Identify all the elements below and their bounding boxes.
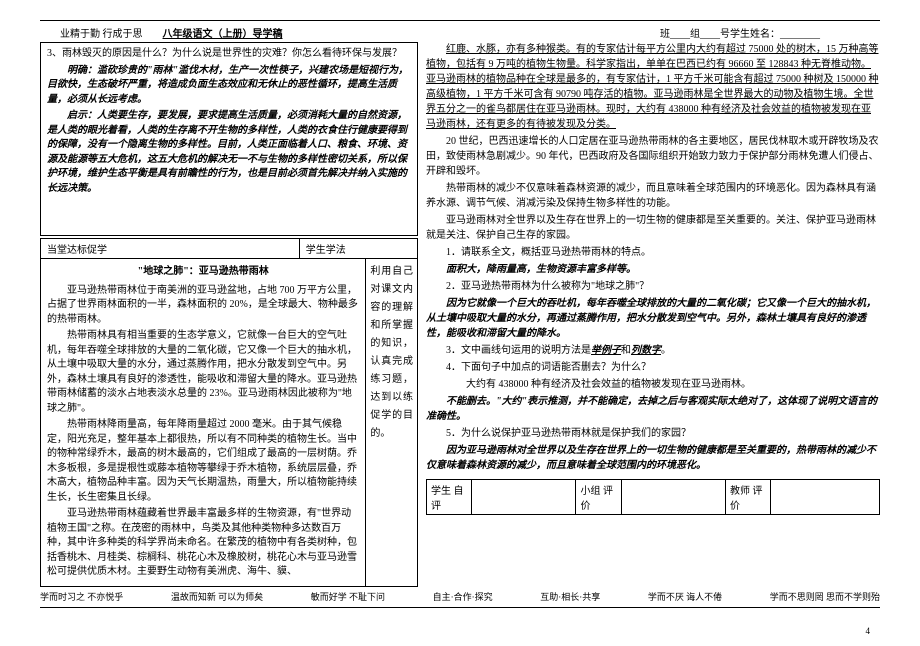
eval-teacher-label: 教师 评价 (725, 480, 770, 515)
right-p3: 热带雨林的减少不仅意味着森林资源的减少，而且意味着全球范围内的环境恶化。因为森林… (426, 181, 880, 211)
section-row: 当堂达标促学 学生学法 (40, 238, 418, 259)
article-p2: 热带雨林具有相当重要的生态学意义，它就像一台巨大的空气吐机，每年吞噬全球排放的大… (47, 329, 359, 416)
hint-text: 启示：人类要生存，要发展，要求提高生活质量，必须消耗大量的自然资源，是人类的眼光… (47, 109, 411, 196)
page-number: 4 (866, 626, 871, 636)
right-column: 红鹿、水豚，亦有多种猴类。有的专家估计每平方公里内大约有超过 75000 处的树… (418, 42, 880, 587)
q4b: 大约有 438000 种有经济及社会效益的植物被发现在亚马逊雨林。 (426, 377, 880, 392)
eval-group-cell[interactable] (621, 480, 725, 515)
footer-6: 学而不厌 诲人不倦 (648, 590, 722, 603)
a5: 因为亚马逊雨林对全世界以及生存在世界上的一切生物的健康都是至关重要的，热带雨林的… (426, 443, 880, 473)
right-p2: 20 世纪，巴西迅速增长的人口定居在亚马逊热带雨林的各主要地区，居民伐林取木或开… (426, 134, 880, 179)
question-3: 3、雨林毁灭的原因是什么？为什么说是世界性的灾难？你怎么看待环保与发展？ (47, 47, 411, 62)
header-blanks: 班____组____号学生姓名：________ (660, 25, 820, 40)
q3: 3．文中画线句运用的说明方法是举例子和列数字。 (426, 343, 880, 358)
header: 业精于勤 行成于思 八年级语文（上册）导学稿 班____组____号学生姓名：_… (40, 25, 880, 40)
left-column: 3、雨林毁灭的原因是什么？为什么说是世界性的灾难？你怎么看待环保与发展？ 明确：… (40, 42, 418, 587)
main-columns: 3、雨林毁灭的原因是什么？为什么说是世界性的灾难？你怎么看待环保与发展？ 明确：… (40, 42, 880, 587)
article-main: "地球之肺"：亚马逊热带雨林 亚马逊热带雨林位于南美洲的亚马逊盆地，占地 700… (41, 259, 366, 586)
article-side: 利用自己对课文内容的理解和所掌握的知识，认真完成练习题，达到以练促学的目的。 (366, 259, 417, 586)
header-motto: 业精于勤 行成于思 (60, 25, 143, 40)
article-title: "地球之肺"：亚马逊热带雨林 (47, 265, 359, 280)
article-p4: 亚马逊热带雨林蕴藏着世界最丰富最多样的生物资源，有"世界动植物王国"之称。在茂密… (47, 507, 359, 580)
footer-1: 学而时习之 不亦悦乎 (40, 590, 123, 603)
footer: 学而时习之 不亦悦乎 温故而知新 可以为师矣 敏而好学 不耻下问 自主·合作·探… (40, 587, 880, 603)
q4: 4．下面句子中加点的词语能否删去？为什么？ (426, 360, 880, 375)
section-cell-left: 当堂达标促学 (41, 239, 300, 258)
right-p1: 红鹿、水豚，亦有多种猴类。有的专家估计每平方公里内大约有超过 75000 处的树… (426, 42, 880, 132)
page-frame: 业精于勤 行成于思 八年级语文（上册）导学稿 班____组____号学生姓名：_… (40, 20, 880, 608)
eval-student-label: 学生 自评 (427, 480, 472, 515)
article-p3: 热带雨林降雨量高，每年降雨量超过 2000 毫米。由于其气候稳定，阳光充足，整年… (47, 418, 359, 505)
article-row: "地球之肺"：亚马逊热带雨林 亚马逊热带雨林位于南美洲的亚马逊盆地，占地 700… (40, 259, 418, 587)
eval-student-cell[interactable] (472, 480, 576, 515)
footer-7: 学而不思则罔 思而不学则殆 (770, 590, 880, 603)
answer-3: 明确：滥砍珍贵的"雨林"滥伐木材，生产一次性筷子，兴建农场是短视行为，目欲快，生… (47, 64, 411, 108)
footer-2: 温故而知新 可以为师矣 (171, 590, 263, 603)
header-title: 八年级语文（上册）导学稿 (163, 25, 283, 40)
a1: 面积大，降雨量高，生物资源丰富多样等。 (426, 262, 880, 277)
evaluation-table: 学生 自评 小组 评价 教师 评价 (426, 479, 880, 515)
footer-4: 自主·合作·探究 (433, 590, 493, 603)
a2: 因为它就像一个巨大的吞吐机，每年吞噬全球排放的大量的二氧化碳；它又像一个巨大的抽… (426, 296, 880, 341)
question-block: 3、雨林毁灭的原因是什么？为什么说是世界性的灾难？你怎么看待环保与发展？ 明确：… (40, 42, 418, 236)
q2: 2．亚马逊热带雨林为什么被称为"地球之肺"？ (426, 279, 880, 294)
footer-5: 互助·相长·共享 (540, 590, 600, 603)
footer-3: 敏而好学 不耻下问 (311, 590, 385, 603)
section-cell-right: 学生学法 (300, 239, 417, 258)
eval-group-label: 小组 评价 (576, 480, 621, 515)
q1: 1．请联系全文，概括亚马逊热带雨林的特点。 (426, 245, 880, 260)
eval-teacher-cell[interactable] (771, 480, 880, 515)
article-p1: 亚马逊热带雨林位于南美洲的亚马逊盆地，占地 700 万平方公里，占据了世界雨林面… (47, 284, 359, 328)
a4: 不能删去。"大约"表示推测，并不能确定，去掉之后与客观实际太绝对了，这体现了说明… (426, 394, 880, 424)
q5: 5．为什么说保护亚马逊热带雨林就是保护我们的家园？ (426, 426, 880, 441)
right-p4: 亚马逊雨林对全世界以及生存在世界上的一切生物的健康都是至关重要的。关注、保护亚马… (426, 213, 880, 243)
